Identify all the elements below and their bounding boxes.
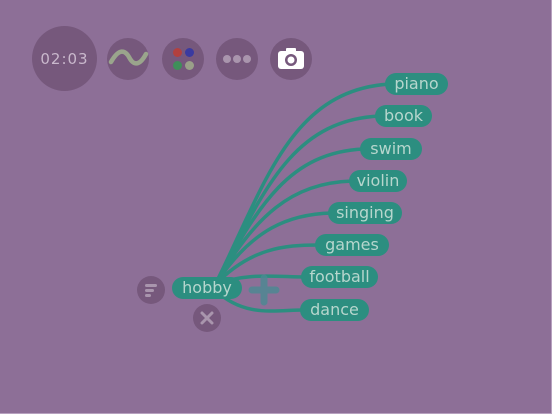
mindmap-links [213,82,392,313]
node-piano[interactable]: piano [385,73,448,95]
node-football[interactable]: football [301,266,378,288]
menu-icon [145,284,157,297]
delete-node-button[interactable] [193,304,221,332]
link-book [213,114,382,287]
plus-icon [248,274,280,306]
node-menu-button[interactable] [137,276,165,304]
add-node-button[interactable] [248,274,280,306]
node-games[interactable]: games [315,234,389,256]
node-violin[interactable]: violin [349,170,407,192]
node-singing[interactable]: singing [328,202,402,224]
node-root[interactable]: hobby [172,277,242,299]
node-dance[interactable]: dance [300,299,369,321]
node-book[interactable]: book [375,105,432,127]
node-swim[interactable]: swim [360,138,422,160]
close-icon [200,311,214,325]
